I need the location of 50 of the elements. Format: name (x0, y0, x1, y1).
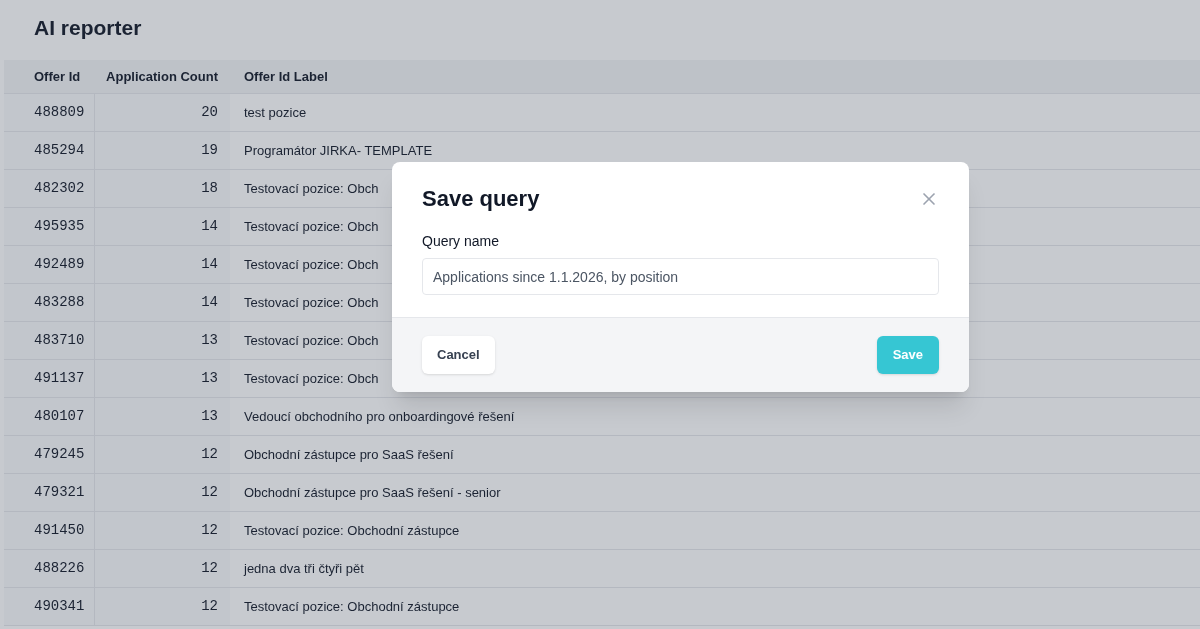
table-cell: 483710 (4, 322, 94, 359)
table-cell: 482302 (4, 170, 94, 207)
table-cell: 490341 (4, 588, 94, 625)
table-cell: 492489 (4, 246, 94, 283)
table-cell: 488226 (4, 550, 94, 587)
dialog-title: Save query (422, 185, 540, 213)
table-cell: 19 (94, 132, 230, 169)
table-cell: 14 (94, 246, 230, 283)
table-cell: 12 (94, 474, 230, 511)
table-cell-text: Obchodní zástupce pro SaaS řešení - senior (243, 483, 501, 502)
table-cell: 485294 (4, 132, 94, 169)
table-cell-text: Testovací pozice: Obch (243, 331, 379, 350)
table-cell: 13 (94, 398, 230, 435)
table-cell: 13 (94, 360, 230, 397)
table-cell-text: Testovací pozice: Obch (243, 369, 379, 388)
table-cell: 479245 (4, 436, 94, 473)
table-cell: 488809 (4, 94, 94, 131)
table-cell-text: Obchodní zástupce pro SaaS řešení (243, 445, 454, 464)
query-name-field[interactable]: Applications since 1.1.2026, by position (422, 258, 939, 295)
table-cell: 13 (94, 322, 230, 359)
table-cell: 491450 (4, 512, 94, 549)
table-cell-text: Testovací pozice: Obch (243, 179, 379, 198)
table-cell-text: Testovací pozice: Obchodní zástupce (243, 597, 460, 616)
table-cell-text: Testovací pozice: Obchodní zástupce (243, 521, 460, 540)
table-cell: 12 (94, 436, 230, 473)
table-cell: 14 (94, 284, 230, 321)
table-cell: 491137 (4, 360, 94, 397)
column-header: Offer Id Label (243, 67, 328, 86)
table-cell-text: Testovací pozice: Obch (243, 255, 379, 274)
table-cell: 12 (94, 550, 230, 587)
table-cell-text: Testovací pozice: Obch (243, 217, 379, 236)
table-cell: 480107 (4, 398, 94, 435)
table-cell: 14 (94, 208, 230, 245)
table-cell: 483288 (4, 284, 94, 321)
page-title: AI reporter (34, 15, 143, 41)
cancel-button[interactable]: Cancel (422, 336, 495, 374)
column-header: Application Count (105, 67, 219, 86)
table-cell-text: Testovací pozice: Obch (243, 293, 379, 312)
table-cell: 12 (94, 512, 230, 549)
table-cell: 18 (94, 170, 230, 207)
table-cell-text: Programátor JIRKA- TEMPLATE (243, 141, 433, 160)
table-cell: 495935 (4, 208, 94, 245)
field-label: Query name (422, 232, 501, 251)
table-cell: 479321 (4, 474, 94, 511)
table-cell-text: jedna dva tři čtyři pět (242, 559, 364, 578)
table-cell: 20 (94, 94, 230, 131)
table-cell-text: test pozice (243, 103, 307, 122)
column-header: Offer Id (33, 67, 82, 86)
table-cell-text: Vedoucí obchodního pro onboardingové řešení (243, 407, 515, 426)
table-cell: 12 (94, 588, 230, 625)
